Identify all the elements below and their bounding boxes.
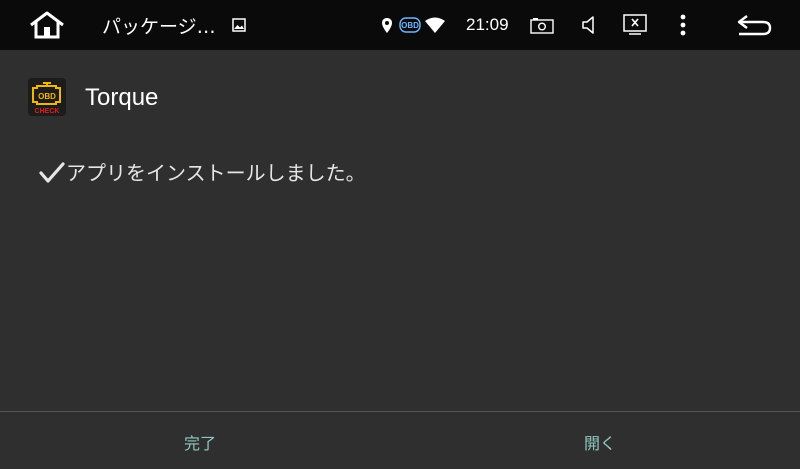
obd-label: OBD: [401, 20, 419, 30]
wifi-indicator: [423, 0, 447, 50]
obd-check-engine-icon: OBD CHECK: [28, 78, 66, 116]
back-icon: [737, 15, 772, 36]
volume-icon: [582, 16, 594, 34]
camera-button[interactable]: [529, 0, 555, 50]
app-name: Torque: [85, 84, 159, 111]
camera-icon: [530, 17, 554, 34]
more-options-button[interactable]: [674, 0, 692, 50]
more-vertical-icon: [680, 14, 686, 36]
location-indicator: [378, 0, 396, 50]
back-button[interactable]: [733, 0, 775, 50]
app-icon: OBD CHECK: [28, 78, 66, 116]
home-icon: [30, 11, 64, 39]
checkmark-icon: [39, 162, 65, 183]
screen-close-icon: [623, 14, 647, 35]
status-bar-title: パッケージ…: [102, 15, 216, 38]
app-icon-top-text: OBD: [38, 92, 56, 101]
obd-indicator: OBD: [398, 0, 422, 50]
wifi-icon: [425, 17, 445, 33]
home-button[interactable]: [26, 0, 68, 50]
status-bar: パッケージ… OBD 21:09: [0, 0, 800, 50]
screen-off-button[interactable]: [622, 0, 648, 50]
clock: 21:09: [466, 15, 509, 34]
install-status-message: アプリをインストールしました。: [66, 161, 366, 185]
install-result-panel: OBD CHECK Torque アプリをインストールしました。: [0, 50, 800, 412]
image-notification: [229, 0, 249, 50]
location-icon: [382, 17, 392, 33]
app-icon-bottom-text: CHECK: [35, 108, 60, 115]
image-icon: [232, 18, 246, 32]
open-button[interactable]: 開く: [400, 412, 800, 469]
action-bar: 完了 開く: [0, 412, 800, 469]
done-button[interactable]: 完了: [0, 412, 400, 469]
volume-button[interactable]: [578, 0, 602, 50]
